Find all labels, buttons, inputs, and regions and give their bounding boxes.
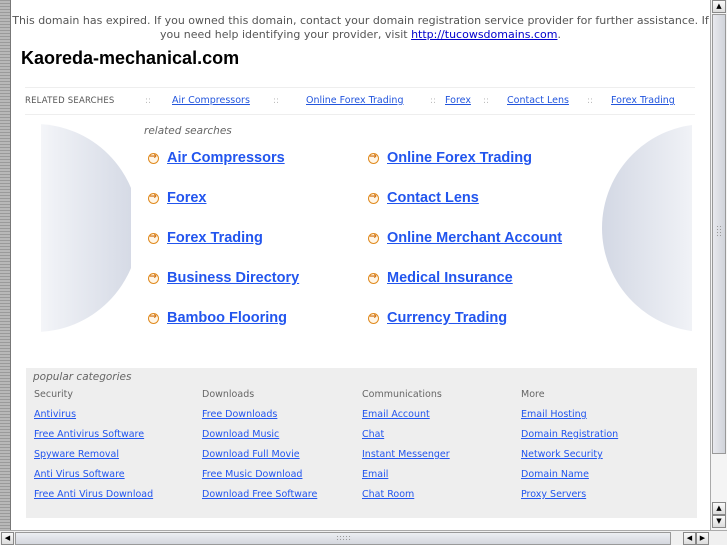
scroll-right-button[interactable]: ▶ [696,532,709,545]
category-column-more: More Email Hosting Domain Registration N… [521,389,618,509]
category-link[interactable]: Anti Virus Software [34,469,153,489]
site-title: Kaoreda-mechanical.com [21,48,240,68]
category-link[interactable]: Chat [362,429,450,449]
related-search-link[interactable]: Business Directory [167,270,299,286]
page-content: This domain has expired. If you owned th… [11,0,710,530]
expired-notice-text: This domain has expired. If you owned th… [12,14,709,41]
category-link[interactable]: Spyware Removal [34,449,153,469]
related-search-item[interactable]: Business Directory [148,270,299,286]
category-link[interactable]: Free Downloads [202,409,317,429]
decorative-half-moon-left [41,124,131,332]
category-link[interactable]: Chat Room [362,489,450,509]
grip-icon [336,535,352,542]
separator: :: [483,96,490,106]
category-link[interactable]: Domain Registration [521,429,618,449]
category-link[interactable]: Proxy Servers [521,489,618,509]
related-bar-link[interactable]: Forex [445,95,471,106]
vertical-scrollbar[interactable]: ▲ ▲ ▼ [710,0,727,530]
tucows-link[interactable]: http://tucowsdomains.com [411,28,557,41]
related-search-item[interactable]: Online Merchant Account [368,230,562,246]
category-link[interactable]: Instant Messenger [362,449,450,469]
grip-icon [716,225,723,237]
left-edge-strip [0,0,11,530]
category-column-communications: Communications Email Account Chat Instan… [362,389,450,509]
separator: :: [430,96,437,106]
category-link[interactable]: Download Free Software [202,489,317,509]
decorative-half-moon-right [602,124,692,332]
category-link[interactable]: Free Antivirus Software [34,429,153,449]
separator: :: [587,96,594,106]
arrow-circle-icon [148,310,159,324]
scroll-up-button-lower[interactable]: ▲ [712,502,726,515]
arrow-circle-icon [368,150,379,164]
related-search-link[interactable]: Currency Trading [387,310,507,326]
category-link[interactable]: Network Security [521,449,618,469]
horizontal-scroll-thumb[interactable] [15,532,671,545]
related-search-link[interactable]: Contact Lens [387,190,479,206]
category-heading: Security [34,389,74,400]
category-link[interactable]: Email Account [362,409,450,429]
related-search-item[interactable]: Forex Trading [148,230,263,246]
related-searches-label: related searches [144,125,232,137]
category-link[interactable]: Antivirus [34,409,153,429]
category-link[interactable]: Domain Name [521,469,618,489]
arrow-circle-icon [368,270,379,284]
related-search-item[interactable]: Forex [148,190,207,206]
scroll-up-button[interactable]: ▲ [712,0,726,13]
related-bar-link[interactable]: Contact Lens [507,95,569,106]
category-link[interactable]: Free Anti Virus Download [34,489,153,509]
arrow-circle-icon [368,190,379,204]
category-column-security: Security Antivirus Free Antivirus Softwa… [34,389,153,509]
category-heading: Communications [362,389,442,400]
arrow-circle-icon [148,230,159,244]
separator: :: [145,96,152,106]
related-bar-link[interactable]: Online Forex Trading [306,95,403,106]
related-search-item[interactable]: Air Compressors [148,150,285,166]
category-link[interactable]: Email Hosting [521,409,618,429]
arrow-circle-icon [148,270,159,284]
related-search-link[interactable]: Online Merchant Account [387,230,562,246]
related-search-link[interactable]: Bamboo Flooring [167,310,287,326]
related-search-link[interactable]: Forex [167,190,207,206]
horizontal-scrollbar[interactable]: ◀ ◀ ▶ [0,530,727,545]
related-search-item[interactable]: Medical Insurance [368,270,513,286]
related-bar-link[interactable]: Forex Trading [611,95,675,106]
related-bar-label: RELATED SEARCHES [25,96,115,106]
scroll-left-button[interactable]: ◀ [1,532,14,545]
arrow-circle-icon [368,230,379,244]
related-search-link[interactable]: Forex Trading [167,230,263,246]
category-heading: Downloads [202,389,255,400]
scroll-down-button[interactable]: ▼ [712,515,726,528]
arrow-circle-icon [148,190,159,204]
category-heading: More [521,389,545,400]
category-column-downloads: Downloads Free Downloads Download Music … [202,389,317,509]
scroll-left-button-right[interactable]: ◀ [683,532,696,545]
category-link[interactable]: Download Music [202,429,317,449]
related-searches-bar: RELATED SEARCHES :: Air Compressors :: O… [25,87,695,115]
category-link[interactable]: Email [362,469,450,489]
notice-suffix: . [557,28,561,41]
related-search-item[interactable]: Online Forex Trading [368,150,532,166]
related-search-link[interactable]: Online Forex Trading [387,150,532,166]
related-search-item[interactable]: Bamboo Flooring [148,310,287,326]
popular-categories-panel: popular categories Security Antivirus Fr… [26,368,697,518]
related-search-link[interactable]: Medical Insurance [387,270,513,286]
related-search-item[interactable]: Contact Lens [368,190,479,206]
separator: :: [273,96,280,106]
related-search-link[interactable]: Air Compressors [167,150,285,166]
category-link[interactable]: Download Full Movie [202,449,317,469]
expired-notice: This domain has expired. If you owned th… [11,14,710,42]
arrow-circle-icon [368,310,379,324]
arrow-circle-icon [148,150,159,164]
category-link[interactable]: Free Music Download [202,469,317,489]
related-search-item[interactable]: Currency Trading [368,310,507,326]
vertical-scroll-thumb[interactable] [712,14,726,454]
popular-categories-title: popular categories [33,371,132,383]
related-bar-link[interactable]: Air Compressors [172,95,250,106]
